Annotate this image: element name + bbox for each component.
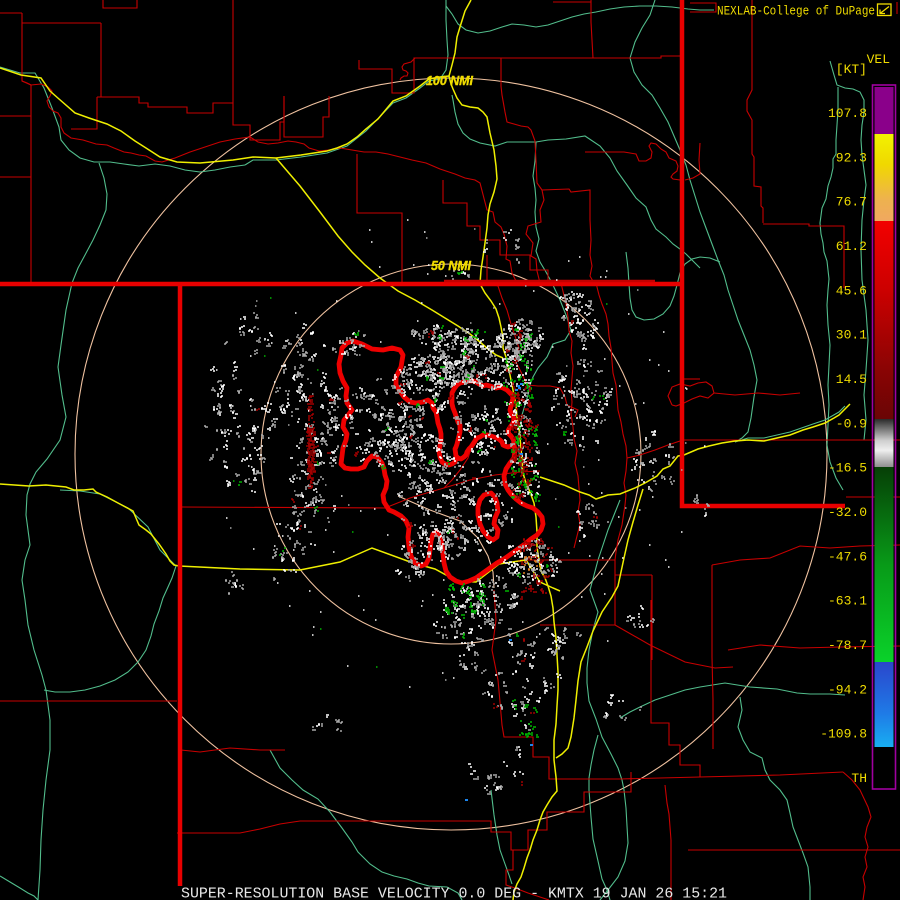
svg-text:VEL: VEL (867, 52, 890, 67)
svg-text:45.6: 45.6 (836, 283, 867, 298)
svg-text:NEXLAB-College of DuPage: NEXLAB-College of DuPage (717, 4, 875, 19)
svg-text:76.7: 76.7 (836, 195, 867, 210)
svg-text:-0.9: -0.9 (836, 416, 867, 431)
svg-text:107.8: 107.8 (828, 106, 867, 121)
svg-text:TH: TH (851, 771, 867, 786)
svg-text:-109.8: -109.8 (820, 727, 867, 742)
svg-text:30.1: 30.1 (836, 328, 867, 343)
svg-text:-94.2: -94.2 (828, 682, 867, 697)
svg-text:-32.0: -32.0 (828, 505, 867, 520)
svg-text:50 NMI: 50 NMI (431, 258, 471, 273)
svg-text:-16.5: -16.5 (828, 461, 867, 476)
svg-text:14.5: 14.5 (836, 372, 867, 387)
svg-text:61.2: 61.2 (836, 239, 867, 254)
svg-text:-78.7: -78.7 (828, 638, 867, 653)
svg-text:-63.1: -63.1 (828, 594, 867, 609)
svg-text:100 NMI: 100 NMI (426, 73, 473, 88)
svg-text:SUPER-RESOLUTION BASE VELOCITY: SUPER-RESOLUTION BASE VELOCITY 0.0 DEG -… (181, 886, 727, 900)
svg-text:-47.6: -47.6 (828, 549, 867, 564)
svg-text:92.3: 92.3 (836, 150, 867, 165)
svg-text:[KT]: [KT] (836, 62, 867, 77)
